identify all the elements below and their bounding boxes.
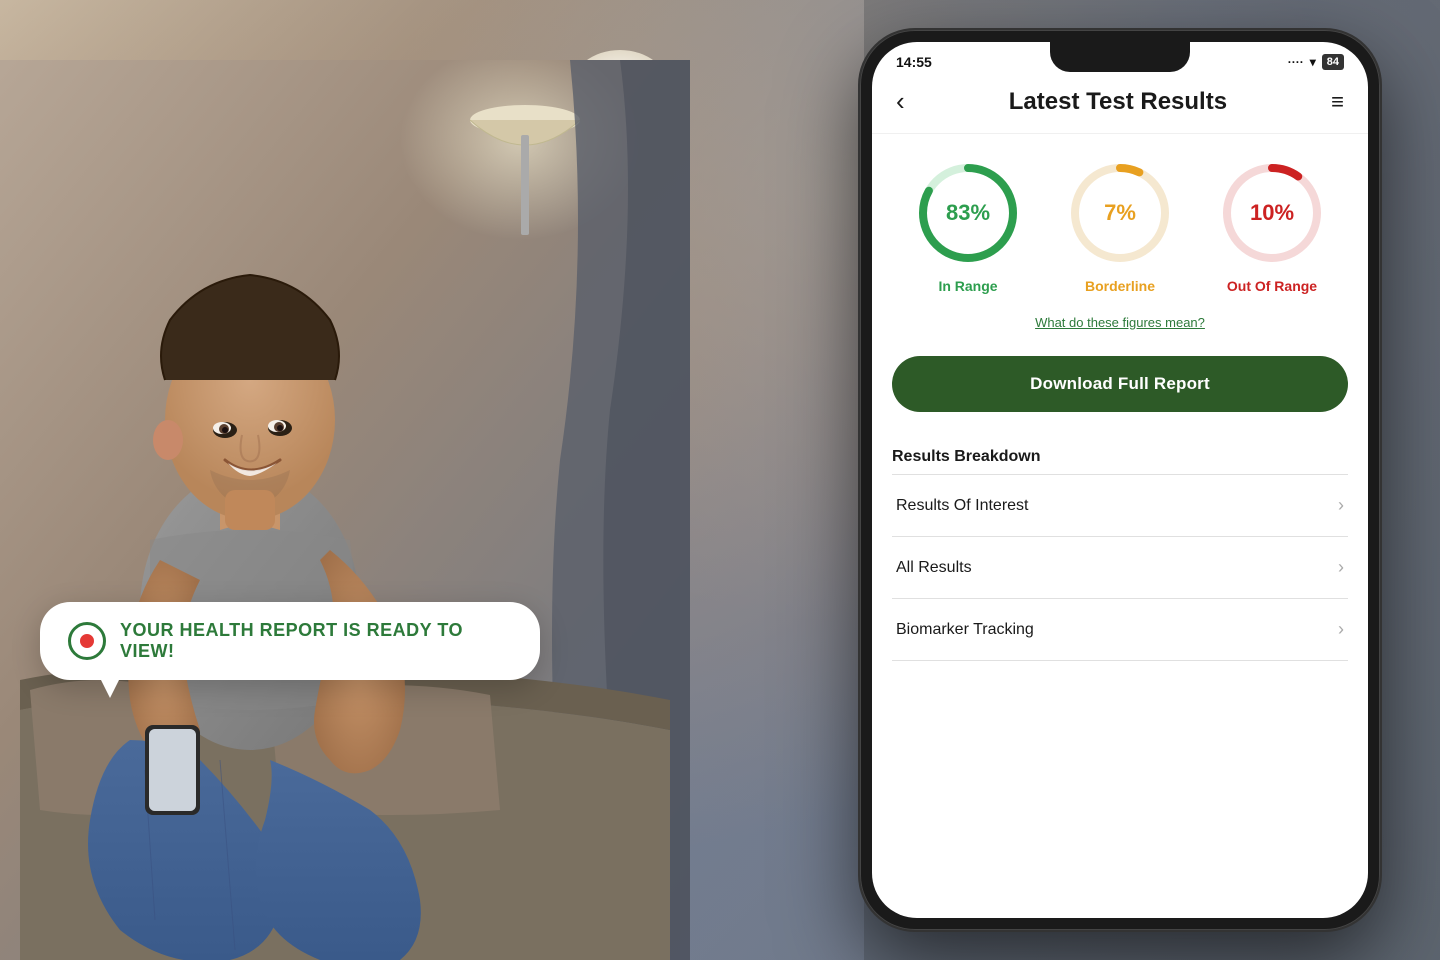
screen-title: Latest Test Results: [1009, 88, 1227, 116]
chart-borderline: 7% Borderline: [1065, 158, 1175, 294]
battery-level: 84: [1322, 54, 1344, 70]
results-item-label-1: All Results: [896, 559, 972, 577]
results-item-chevron-1: ›: [1338, 557, 1344, 578]
figures-link-container: What do these figures mean?: [872, 310, 1368, 348]
chart-borderline-label: Borderline: [1085, 278, 1155, 294]
results-list: Results Of Interest › All Results › Biom…: [892, 474, 1348, 661]
notification-icon: [68, 622, 106, 660]
circle-chart-borderline: 7%: [1065, 158, 1175, 268]
circle-chart-out-of-range: 10%: [1217, 158, 1327, 268]
chart-out-of-range-label: Out Of Range: [1227, 278, 1317, 294]
chart-out-of-range-value: 10%: [1217, 158, 1327, 268]
notification-bubble: YOUR HEALTH REPORT IS READY TO VIEW!: [40, 602, 540, 680]
phone-frame: 14:55 ···· ▾ 84 ‹ Latest Test Results ≡: [860, 30, 1380, 930]
results-breakdown-title: Results Breakdown: [892, 448, 1348, 466]
chart-out-of-range: 10% Out Of Range: [1217, 158, 1327, 294]
chart-in-range-value: 83%: [913, 158, 1023, 268]
wifi-icon: ▾: [1310, 55, 1316, 69]
back-button[interactable]: ‹: [896, 86, 905, 117]
phone-screen: 14:55 ···· ▾ 84 ‹ Latest Test Results ≡: [872, 42, 1368, 918]
chart-in-range-label: In Range: [938, 278, 997, 294]
notification-text: YOUR HEALTH REPORT IS READY TO VIEW!: [120, 620, 512, 662]
results-item-label-2: Biomarker Tracking: [896, 621, 1034, 639]
app-header: ‹ Latest Test Results ≡: [872, 78, 1368, 134]
results-item-chevron-2: ›: [1338, 619, 1344, 640]
phone-wrapper: 14:55 ···· ▾ 84 ‹ Latest Test Results ≡: [860, 30, 1380, 930]
figures-link[interactable]: What do these figures mean?: [1035, 315, 1205, 330]
notification-dot: [80, 634, 94, 648]
results-item-1[interactable]: All Results ›: [892, 537, 1348, 599]
phone-notch: [1050, 42, 1190, 72]
results-item-label-0: Results Of Interest: [896, 497, 1029, 515]
download-button[interactable]: Download Full Report: [892, 356, 1348, 412]
download-section: Download Full Report: [872, 348, 1368, 432]
signal-dots: ····: [1288, 55, 1304, 69]
man-figure: [0, 60, 690, 960]
menu-button[interactable]: ≡: [1331, 89, 1344, 115]
chart-in-range: 83% In Range: [913, 158, 1023, 294]
status-time: 14:55: [896, 54, 932, 70]
results-breakdown: Results Breakdown Results Of Interest › …: [872, 432, 1368, 669]
left-photo-area: [0, 0, 780, 960]
results-item-2[interactable]: Biomarker Tracking ›: [892, 599, 1348, 661]
circle-chart-in-range: 83%: [913, 158, 1023, 268]
charts-section: 83% In Range 7% Borderlin: [872, 134, 1368, 310]
app-content: 83% In Range 7% Borderlin: [872, 134, 1368, 900]
results-item-chevron-0: ›: [1338, 495, 1344, 516]
status-icons: ···· ▾ 84: [1288, 54, 1344, 70]
chart-borderline-value: 7%: [1065, 158, 1175, 268]
results-item-0[interactable]: Results Of Interest ›: [892, 475, 1348, 537]
